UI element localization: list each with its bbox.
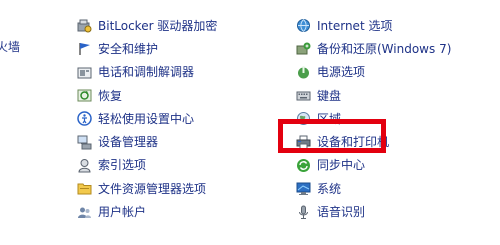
cp-item-system[interactable]: 系统 [296,177,451,200]
cp-item-label: 备份和还原(Windows 7) [317,41,452,56]
backup-icon [296,41,311,56]
sync-icon [296,158,311,173]
user-accounts-icon [77,205,92,220]
cp-item-label: 设备管理器 [98,135,159,150]
cp-item-phone-modem[interactable]: 电话和调制解调器 [77,61,217,84]
bitlocker-icon [77,18,92,33]
cp-item-internet-options[interactable]: Internet 选项 [296,14,451,37]
highlight-box [278,119,386,153]
cp-item-backup-restore[interactable]: 备份和还原(Windows 7) [296,37,451,60]
cp-item-label: 电源选项 [317,65,366,80]
recovery-icon [77,88,92,103]
microphone-icon [296,205,311,220]
cp-item-device-manager[interactable]: 设备管理器 [77,130,217,153]
cp-item-ease-of-access[interactable]: 轻松使用设置中心 [77,107,217,130]
control-panel-left-column: BitLocker 驱动器加密 安全和维护 电话和调制解调器 恢复 轻松使用设置… [77,14,217,224]
cp-item-label: 电话和调制解调器 [98,65,195,80]
cp-item-speech-recognition[interactable]: 语音识别 [296,200,451,223]
cp-item-power-options[interactable]: 电源选项 [296,61,451,84]
indexing-icon [77,158,92,173]
cp-item-sync-center[interactable]: 同步中心 [296,154,451,177]
cp-item-file-explorer-options[interactable]: 文件资源管理器选项 [77,177,217,200]
internet-options-icon [296,18,311,33]
keyboard-icon [296,88,311,103]
ease-of-access-icon [77,111,92,127]
cp-item-label: 语音识别 [317,205,366,220]
cp-item-user-accounts[interactable]: 用户帐户 [77,200,217,223]
cp-item-recovery[interactable]: 恢复 [77,84,217,107]
cp-item-label: BitLocker 驱动器加密 [98,18,218,33]
cp-item-security-maintenance[interactable]: 安全和维护 [77,37,217,60]
device-manager-icon [77,135,92,150]
clipped-firewall-label[interactable]: 火墙 [0,38,20,55]
cp-item-label: 安全和维护 [98,41,159,56]
cp-item-label: 键盘 [317,88,342,103]
cp-item-label: 轻松使用设置中心 [98,111,195,126]
cp-item-label: 用户帐户 [98,205,147,220]
cp-item-keyboard[interactable]: 键盘 [296,84,451,107]
cp-item-label: 恢复 [98,88,123,103]
folder-options-icon [77,181,92,196]
cp-item-label: 索引选项 [98,158,147,173]
system-icon [296,181,311,196]
cp-item-bitlocker[interactable]: BitLocker 驱动器加密 [77,14,217,37]
cp-item-label: 系统 [317,181,342,196]
cp-item-label: Internet 选项 [317,18,393,33]
cp-item-indexing-options[interactable]: 索引选项 [77,154,217,177]
phone-modem-icon [77,65,92,80]
cp-item-label: 文件资源管理器选项 [98,181,207,196]
power-icon [296,65,311,80]
cp-item-label: 同步中心 [317,158,366,173]
flag-icon [77,41,92,56]
